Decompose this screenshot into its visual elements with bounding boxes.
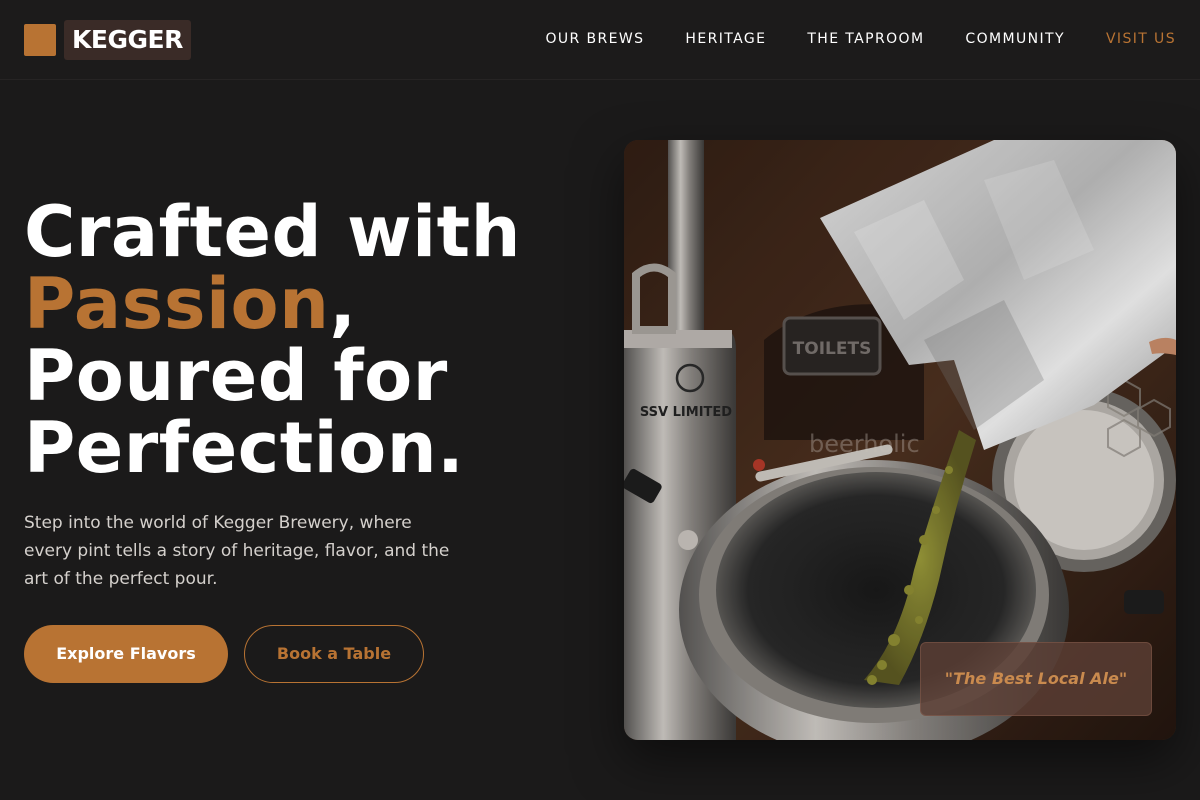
nav-link-visit-us[interactable]: VISIT US — [1106, 31, 1176, 47]
nav-link-heritage[interactable]: HERITAGE — [685, 31, 766, 47]
top-navbar: KEGGER OUR BREWS HERITAGE THE TAPROOM CO… — [0, 0, 1200, 80]
nav-link-community[interactable]: COMMUNITY — [965, 31, 1065, 47]
explore-flavors-button[interactable]: Explore Flavors — [24, 625, 228, 683]
brand-logo-mark[interactable] — [24, 24, 56, 56]
headline-line-1: Crafted with — [24, 191, 521, 273]
hero-image-card: TOILETS SSV LIMITED beerholic "The Best … — [624, 140, 1176, 740]
headline-accent-word: Passion — [24, 263, 330, 345]
book-a-table-button[interactable]: Book a Table — [244, 625, 424, 683]
nav-link-our-brews[interactable]: OUR BREWS — [545, 31, 644, 47]
nav-link-the-taproom[interactable]: THE TAPROOM — [807, 31, 924, 47]
brand-logo-text[interactable]: KEGGER — [64, 20, 191, 60]
headline-comma: , — [329, 263, 357, 345]
hero-headline: Crafted with Passion, Poured for Perfect… — [24, 196, 604, 484]
hero-subtext: Step into the world of Kegger Brewery, w… — [24, 513, 450, 589]
quote-badge: "The Best Local Ale" — [920, 642, 1152, 716]
headline-line-3: Poured for — [24, 335, 448, 417]
headline-line-4: Perfection. — [24, 407, 465, 489]
main-nav: OUR BREWS HERITAGE THE TAPROOM COMMUNITY… — [545, 31, 1176, 47]
